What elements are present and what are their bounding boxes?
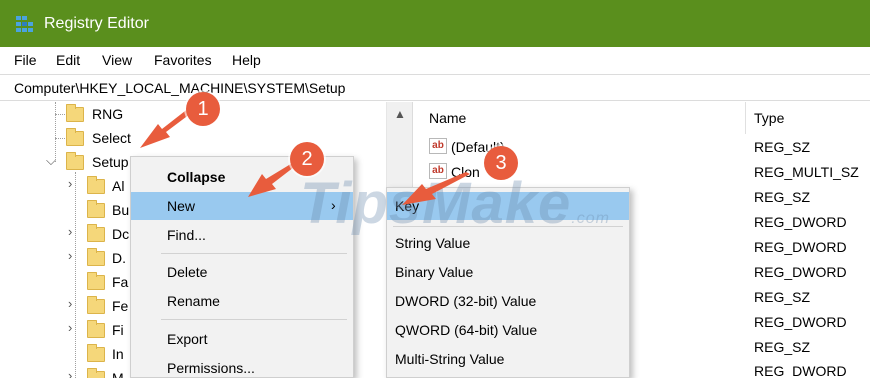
tree-guide-line xyxy=(55,114,65,115)
value-type: REG_MULTI_SZ xyxy=(754,164,859,180)
menu-item-rename[interactable]: Rename xyxy=(131,287,353,315)
menu-item-label: Permissions... xyxy=(167,360,255,376)
menu-item-delete[interactable]: Delete xyxy=(131,258,353,286)
string-value-icon: ab xyxy=(429,138,447,154)
menu-item-label: Delete xyxy=(167,264,208,280)
chevron-right-icon[interactable]: › xyxy=(68,296,72,311)
tree-item-label: Select xyxy=(92,130,131,146)
tree-guide-line xyxy=(55,138,65,139)
tree-item-label: Fi xyxy=(112,322,124,338)
menu-item-label: QWORD (64-bit) Value xyxy=(395,322,538,338)
folder-icon xyxy=(66,152,84,170)
folder-icon xyxy=(87,272,105,290)
menu-help[interactable]: Help xyxy=(232,52,261,68)
menu-view[interactable]: View xyxy=(102,52,132,68)
tree-item-label: Setup xyxy=(92,154,129,170)
tree-item-label: M xyxy=(112,370,124,378)
chevron-down-icon[interactable]: ⌵ xyxy=(46,153,56,169)
menu-item-label: Export xyxy=(167,331,208,347)
folder-icon xyxy=(66,128,84,146)
tree-guide-line xyxy=(75,172,76,378)
value-type: REG_DWORD xyxy=(754,363,847,378)
tree-item-label: Dc xyxy=(112,226,130,242)
window-title: Registry Editor xyxy=(44,15,149,32)
menu-bar: File Edit View Favorites Help xyxy=(0,47,870,73)
menu-item-label: Binary Value xyxy=(395,264,474,280)
title-bar: Registry Editor xyxy=(0,0,870,47)
address-path[interactable]: Computer\HKEY_LOCAL_MACHINE\SYSTEM\Setup xyxy=(14,80,345,96)
folder-icon xyxy=(87,368,105,378)
menu-item-permissions[interactable]: Permissions... xyxy=(131,354,353,378)
scroll-up-icon[interactable]: ▲ xyxy=(394,107,406,121)
menu-file[interactable]: File xyxy=(14,52,37,68)
tree-item-label: In xyxy=(112,346,124,362)
submenu-item-binary-value[interactable]: Binary Value xyxy=(387,258,629,286)
tree-item-label: Bu xyxy=(112,202,130,218)
address-bar[interactable]: Computer\HKEY_LOCAL_MACHINE\SYSTEM\Setup xyxy=(0,74,870,101)
chevron-right-icon[interactable]: › xyxy=(68,248,72,263)
registry-icon xyxy=(16,16,33,32)
folder-icon xyxy=(87,248,105,266)
menu-item-label: Multi-String Value xyxy=(395,351,505,367)
step-badge-3: 3 xyxy=(484,146,518,180)
tree-item-label: D. xyxy=(112,250,126,266)
menu-item-label: Collapse xyxy=(167,169,226,185)
column-header-name[interactable]: Name xyxy=(429,110,466,126)
tree-item-label: RNG xyxy=(92,106,124,122)
tree-item-label: Al xyxy=(112,178,125,194)
chevron-right-icon[interactable]: › xyxy=(68,224,72,239)
tree-item-setup[interactable]: ⌵ Setup xyxy=(0,150,140,172)
step-badge-2: 2 xyxy=(290,142,324,176)
menu-item-label: String Value xyxy=(395,235,471,251)
value-type: REG_DWORD xyxy=(754,314,847,330)
value-type: REG_SZ xyxy=(754,189,811,205)
tree-item-label: Fe xyxy=(112,298,129,314)
menu-item-label: Find... xyxy=(167,227,206,243)
value-type: REG_DWORD xyxy=(754,214,847,230)
column-header-type[interactable]: Type xyxy=(754,110,784,126)
value-type: REG_DWORD xyxy=(754,239,847,255)
value-type: REG_SZ xyxy=(754,289,811,305)
menu-item-label: New xyxy=(167,198,196,214)
menu-item-label: DWORD (32-bit) Value xyxy=(395,293,537,309)
submenu-item-qword-value[interactable]: QWORD (64-bit) Value xyxy=(387,316,629,344)
watermark-suffix: .com xyxy=(571,210,610,227)
chevron-right-icon[interactable]: › xyxy=(68,176,72,191)
chevron-right-icon[interactable]: › xyxy=(68,320,72,335)
value-type: REG_SZ xyxy=(754,339,811,355)
menu-item-label: Rename xyxy=(167,293,220,309)
menu-separator xyxy=(161,319,347,320)
folder-icon xyxy=(87,176,105,194)
menu-edit[interactable]: Edit xyxy=(56,52,80,68)
folder-icon xyxy=(87,344,105,362)
menu-favorites[interactable]: Favorites xyxy=(154,52,212,68)
value-type: REG_DWORD xyxy=(754,264,847,280)
step-badge-1: 1 xyxy=(186,92,220,126)
folder-icon xyxy=(66,104,84,122)
folder-icon xyxy=(87,200,105,218)
tree-item-label: Fa xyxy=(112,274,129,290)
folder-icon xyxy=(87,224,105,242)
annotation-arrow-3 xyxy=(402,172,470,205)
menu-item-export[interactable]: Export xyxy=(131,325,353,353)
column-separator[interactable] xyxy=(745,102,746,134)
folder-icon xyxy=(87,296,105,314)
submenu-item-multi-string-value[interactable]: Multi-String Value xyxy=(387,345,629,373)
folder-icon xyxy=(87,320,105,338)
chevron-right-icon[interactable]: › xyxy=(68,368,72,378)
menu-separator xyxy=(161,253,347,254)
value-type: REG_SZ xyxy=(754,139,811,155)
submenu-item-dword-value[interactable]: DWORD (32-bit) Value xyxy=(387,287,629,315)
